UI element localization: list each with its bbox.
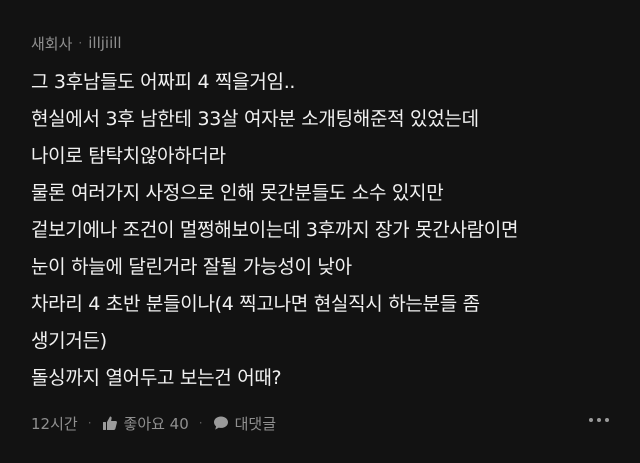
comment-line: 겉보기에나 조건이 멀쩡해보이는데 3후까지 장가 못간사람이면 xyxy=(31,219,519,241)
more-horizontal-icon[interactable] xyxy=(589,418,609,422)
company-category[interactable]: 새회사 xyxy=(31,33,72,54)
more-dot xyxy=(597,418,601,422)
footer-separator: · xyxy=(87,416,92,430)
reply-label: 대댓글 xyxy=(234,414,277,433)
more-dot xyxy=(589,418,593,422)
like-label: 좋아요 40 xyxy=(123,414,189,433)
comment-line: 돌싱까지 열어두고 보는건 어때? xyxy=(31,367,282,389)
comment-card: 새회사 · illjiill 그 3후남들도 어짜피 4 찍을거임.. 현실에서… xyxy=(0,0,640,463)
reply-button[interactable]: 대댓글 xyxy=(213,413,276,434)
more-dot xyxy=(605,418,609,422)
comment-line: 물론 여러가지 사정으로 인해 못간분들도 소수 있지만 xyxy=(31,182,444,204)
speech-bubble-icon xyxy=(213,415,229,431)
comment-body: 그 3후남들도 어짜피 4 찍을거임.. 현실에서 3후 남한테 33살 여자분… xyxy=(31,64,621,397)
comment-line: 생기거든) xyxy=(31,330,107,352)
footer-separator: · xyxy=(198,416,203,430)
comment-line: 현실에서 3후 남한테 33살 여자분 소개팅해준적 있었는데 xyxy=(31,108,479,130)
comment-line: 그 3후남들도 어짜피 4 찍을거임.. xyxy=(31,71,296,93)
comment-line: 눈이 하늘에 달린거라 잘될 가능성이 낮아 xyxy=(31,256,352,278)
meta-separator: · xyxy=(78,36,83,50)
author-name[interactable]: illjiill xyxy=(88,34,121,52)
comment-line: 나이로 탐탁치않아하더라 xyxy=(31,145,226,167)
comment-time: 12시간 xyxy=(31,414,78,433)
like-button[interactable]: 좋아요 40 xyxy=(102,413,189,434)
thumbs-up-icon xyxy=(102,415,118,431)
comment-line: 차라리 4 초반 분들이나(4 찍고나면 현실직시 하는분들 좀 xyxy=(31,293,480,315)
comment-footer: 12시간 · 좋아요 40 · 대댓글 xyxy=(31,412,276,434)
comment-meta: 새회사 · illjiill xyxy=(31,33,122,53)
